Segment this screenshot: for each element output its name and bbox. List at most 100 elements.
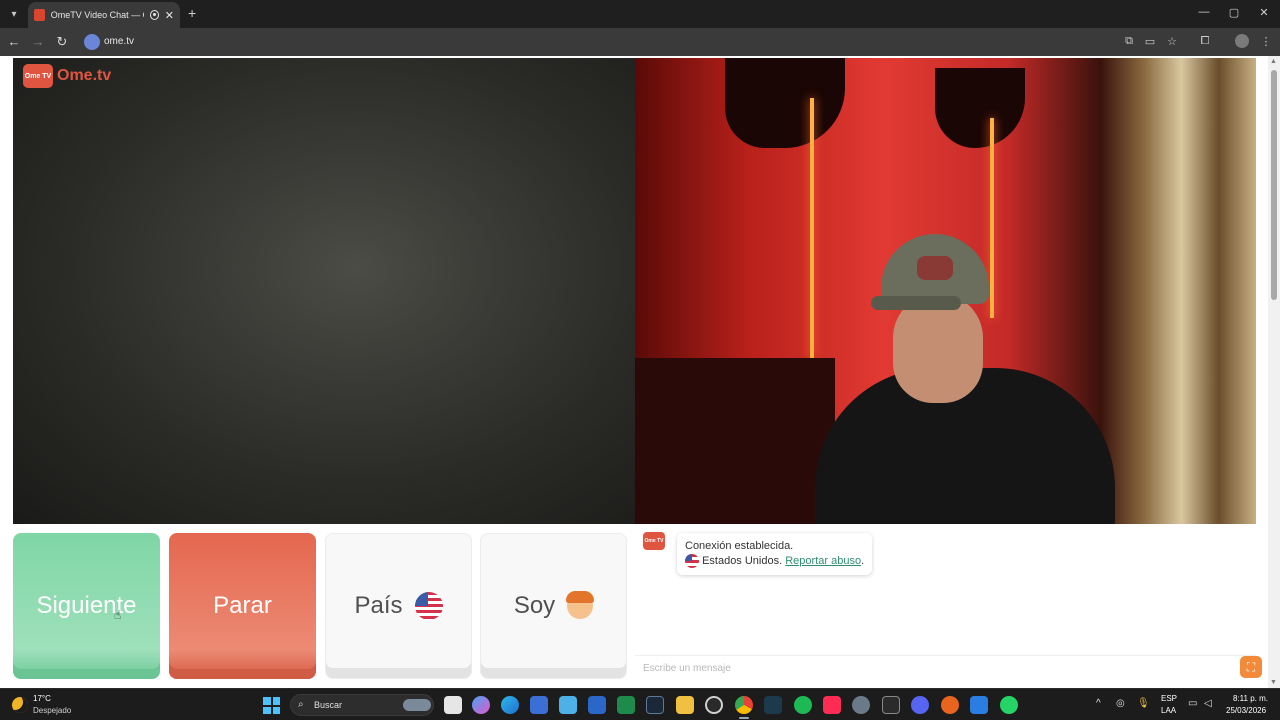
video-desk-shape xyxy=(635,358,835,524)
epic-games-icon[interactable] xyxy=(882,696,900,714)
video-plant-shape xyxy=(935,68,1025,148)
clock-date[interactable]: 25/03/2026 xyxy=(1226,706,1266,715)
tray-volume-icon[interactable]: ◁ xyxy=(1204,698,1212,709)
ometv-page: Ome TV Ome.tv Siguiente Parar País Soy O… xyxy=(0,56,1280,688)
weather-description[interactable]: Despejado xyxy=(33,706,71,715)
word-icon[interactable] xyxy=(588,696,606,714)
mouse-pointer-icon: ☝ xyxy=(114,608,122,622)
edge-icon[interactable] xyxy=(501,696,519,714)
us-flag-icon xyxy=(685,554,699,569)
gender-button-label: Soy xyxy=(513,592,556,619)
video-plant-shape xyxy=(725,58,845,148)
stop-button-label: Parar xyxy=(213,592,272,619)
clock-app-icon[interactable] xyxy=(705,696,723,714)
windows-taskbar: 17°C Despejado ⌕ Buscar ^ ◎ 🎙 ESP LAA ▭ … xyxy=(0,688,1280,720)
scroll-up-arrow-icon[interactable]: ▲ xyxy=(1270,58,1277,65)
partner-country-text: Estados Unidos. xyxy=(702,555,783,567)
extensions-icon[interactable]: ⧠ xyxy=(1198,35,1212,48)
spotify-icon[interactable] xyxy=(794,696,812,714)
taskbar-search[interactable]: ⌕ Buscar xyxy=(290,694,434,716)
chat-panel: Ome TV Conexión establecida. Estados Uni… xyxy=(635,524,1256,688)
tray-microphone-icon[interactable]: 🎙 xyxy=(1137,698,1150,709)
tray-overflow-icon[interactable]: ^ xyxy=(1096,698,1101,709)
window-maximize-button[interactable]: ▢ xyxy=(1224,6,1244,19)
video-led-lamp xyxy=(990,118,994,318)
partner-country-line: Estados Unidos. Reportar abuso. xyxy=(685,554,864,569)
scroll-down-arrow-icon[interactable]: ▼ xyxy=(1270,679,1277,686)
country-button-label: País xyxy=(354,592,403,619)
ometv-logo[interactable]: Ome TV Ome.tv xyxy=(23,64,111,88)
browser-toolbar: ← → ↻ ome.tv ⧉ ▭ ☆ ⧠ ⋮ xyxy=(0,28,1280,56)
mail-icon[interactable] xyxy=(559,696,577,714)
origin-app-icon[interactable] xyxy=(941,696,959,714)
copilot-icon[interactable] xyxy=(472,696,490,714)
page-scrollbar[interactable]: ▲ ▼ xyxy=(1268,56,1280,688)
video-person-cap-logo xyxy=(917,256,953,280)
tray-wifi-icon[interactable]: ▭ xyxy=(1188,698,1197,709)
steam-icon[interactable] xyxy=(646,696,664,714)
site-info-icon[interactable] xyxy=(84,34,100,50)
chrome-active-indicator xyxy=(739,717,749,719)
chrome-icon[interactable] xyxy=(735,696,753,714)
whatsapp-icon[interactable] xyxy=(1000,696,1018,714)
cast-icon[interactable]: ▭ xyxy=(1143,35,1157,48)
report-abuse-link[interactable]: Reportar abuso xyxy=(785,555,861,567)
scrollbar-thumb[interactable] xyxy=(1271,70,1277,300)
translate-icon[interactable]: ⧉ xyxy=(1122,35,1136,48)
window-minimize-button[interactable]: — xyxy=(1194,6,1214,18)
weather-temperature[interactable]: 17°C xyxy=(33,694,51,703)
menu-icon[interactable]: ⋮ xyxy=(1259,35,1273,48)
search-highlight-icon xyxy=(403,699,431,711)
tab-title: OmeTV Video Chat — Ome xyxy=(50,10,144,20)
tab-close-icon[interactable]: ✕ xyxy=(165,9,174,22)
search-label: Buscar xyxy=(314,700,343,710)
search-icon: ⌕ xyxy=(298,699,304,710)
ometv-tv-icon: Ome TV xyxy=(23,64,53,88)
input-language[interactable]: ESP xyxy=(1161,694,1177,703)
browser-tab-strip: ▾ OmeTV Video Chat — Ome ✕ + — ▢ ✕ xyxy=(0,0,1280,28)
file-explorer-icon[interactable] xyxy=(676,696,694,714)
report-period: . xyxy=(861,555,865,567)
partner-video: Ome TV Ome.tv xyxy=(13,58,635,524)
window-close-button[interactable]: ✕ xyxy=(1254,6,1274,19)
address-bar-url[interactable]: ome.tv xyxy=(104,36,134,47)
clock-time[interactable]: 8:11 p. m. xyxy=(1233,694,1268,703)
store-icon[interactable] xyxy=(530,696,548,714)
boy-avatar-icon xyxy=(566,591,595,619)
send-message-icon[interactable]: ⛶ xyxy=(1240,656,1262,678)
tray-network-icon[interactable]: ◎ xyxy=(1116,698,1125,709)
video-person-cap-brim xyxy=(871,296,961,310)
profile-avatar[interactable] xyxy=(1235,34,1249,48)
tab-search-icon[interactable]: ▾ xyxy=(6,6,22,22)
settings-gear-icon[interactable] xyxy=(852,696,870,714)
input-layout[interactable]: LAA xyxy=(1161,706,1176,715)
message-input[interactable]: Escribe un mensaje xyxy=(635,655,1256,681)
message-input-placeholder: Escribe un mensaje xyxy=(643,663,731,674)
recording-indicator-icon xyxy=(149,10,159,20)
back-button[interactable]: ← xyxy=(6,34,22,49)
self-camera-video xyxy=(635,58,1256,524)
task-view-icon[interactable] xyxy=(444,696,462,714)
discord-icon[interactable] xyxy=(911,696,929,714)
forward-button[interactable]: → xyxy=(30,34,46,49)
shield-app-icon[interactable] xyxy=(970,696,988,714)
bookmark-star-icon[interactable]: ☆ xyxy=(1165,35,1179,48)
ometv-favicon-icon xyxy=(34,9,45,21)
video-led-lamp xyxy=(810,98,814,358)
reload-button[interactable]: ↻ xyxy=(54,34,70,50)
tiktok-icon[interactable] xyxy=(823,696,841,714)
chat-system-message: Conexión establecida. Estados Unidos. Re… xyxy=(677,533,873,575)
next-button[interactable]: Siguiente xyxy=(13,533,160,679)
ometv-logo-text: Ome.tv xyxy=(57,67,112,84)
weather-moon-icon[interactable] xyxy=(12,697,28,713)
gender-select-button[interactable]: Soy xyxy=(480,533,627,679)
country-filter-button[interactable]: País xyxy=(325,533,472,679)
excel-icon[interactable] xyxy=(617,696,635,714)
new-tab-button[interactable]: + xyxy=(188,5,196,21)
stop-button[interactable]: Parar xyxy=(169,533,316,679)
us-flag-icon xyxy=(414,592,443,620)
ometv-chat-logo-icon: Ome TV xyxy=(643,532,665,550)
browser-tab-ometv[interactable]: OmeTV Video Chat — Ome ✕ xyxy=(28,2,180,28)
start-windows-icon[interactable] xyxy=(263,697,280,714)
terminal-app-icon[interactable] xyxy=(764,696,782,714)
